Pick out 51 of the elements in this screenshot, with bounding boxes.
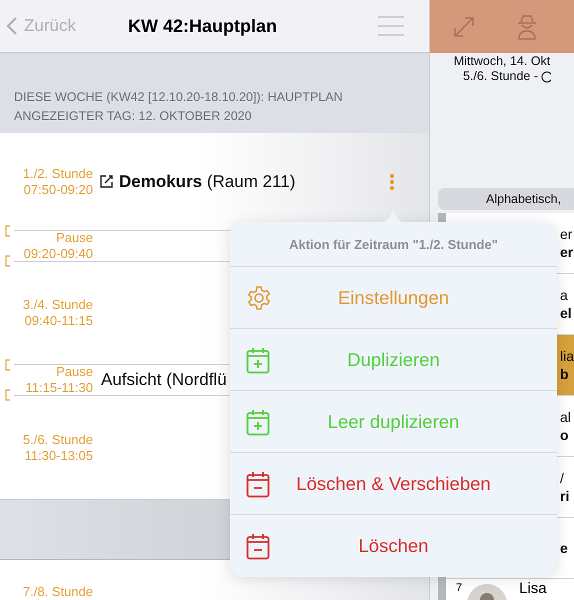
spy-icon[interactable] (516, 14, 538, 40)
week-info-text: DIESE WOCHE (KW42 [12.10.20-18.10.20]): HAUPTPLAN (14, 89, 344, 106)
bracket-icon (5, 359, 10, 371)
bracket-icon (5, 389, 10, 401)
calendar-minus-icon (246, 532, 270, 560)
action-item[interactable]: Löschen & Verschieben (230, 453, 557, 515)
bracket-icon (5, 225, 10, 237)
student-name: er (560, 243, 574, 261)
more-icon[interactable] (389, 172, 395, 190)
student-text: al (560, 408, 571, 426)
action-item[interactable]: Löschen (230, 515, 557, 577)
break-label: Pause (56, 364, 93, 380)
chevron-left-icon (6, 16, 18, 36)
student-name: e (560, 539, 568, 557)
period-text: 5./6. Stunde - (462, 69, 538, 84)
period-label: 3./4. Stunde (22, 297, 93, 313)
edit-icon[interactable] (99, 174, 114, 189)
student-text: / (560, 469, 565, 487)
period-label: 1./2. Stunde (22, 166, 93, 182)
period-time: 07:50-09:20 (24, 182, 93, 198)
student-text: a (560, 286, 569, 304)
menu-icon[interactable] (377, 15, 405, 37)
student-row[interactable]: 7 Lisa (446, 579, 574, 600)
student-name: ri (560, 487, 570, 505)
period-time: 09:40-11:15 (24, 313, 93, 329)
calendar-minus-icon (246, 470, 270, 498)
calendar-plus-icon (246, 346, 270, 374)
student-text: lia (560, 347, 574, 365)
student-name: Lisa (519, 580, 547, 597)
sort-control[interactable]: Alphabetisch, (438, 188, 574, 210)
popover-title: Aktion für Zeitraum "1./2. Stunde" (230, 222, 557, 267)
period-label: 7./8. Stunde (22, 584, 93, 600)
period-time: 11:30-13:05 (24, 448, 93, 464)
student-name: o (560, 426, 570, 444)
expand-icon[interactable] (452, 14, 476, 38)
student-name: el (560, 304, 572, 322)
gear-icon (246, 284, 272, 310)
student-number: 7 (456, 582, 462, 594)
break-time: 11:15-11:30 (26, 380, 93, 396)
student-text: er (560, 225, 574, 243)
day-label: Mittwoch, 14. Okt (454, 54, 550, 69)
lesson-entry[interactable]: Demokurs (Raum 211) (119, 172, 389, 192)
screen-title: KW 42:Hauptplan (128, 16, 278, 36)
bracket-icon (5, 255, 10, 267)
supervision-entry[interactable]: Aufsicht (Nordflü (101, 370, 227, 390)
calendar-plus-icon (246, 408, 270, 436)
break-time: 09:20-09:40 (24, 246, 93, 262)
period-label: 5./6. Stunde (22, 432, 93, 448)
week-info-text: ANGEZEIGTER TAG: 12. OKTOBER 2020 (14, 108, 253, 125)
student-name: b (560, 365, 570, 383)
break-label: Pause (56, 230, 93, 246)
